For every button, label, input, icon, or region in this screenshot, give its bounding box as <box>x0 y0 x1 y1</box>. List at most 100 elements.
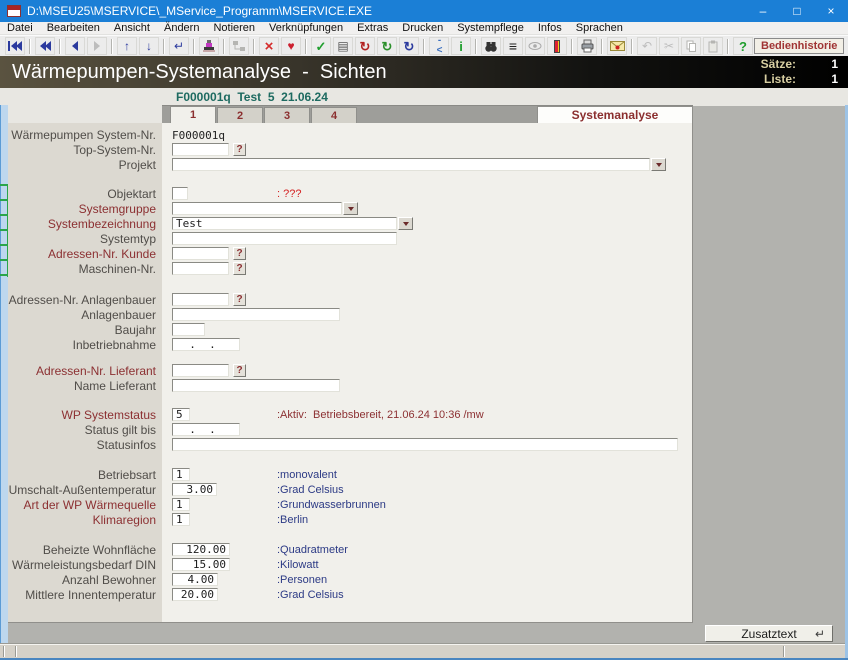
art-der-wp-w-rmequelle-input[interactable] <box>172 498 190 511</box>
menu-systempflege[interactable]: Systempflege <box>450 23 531 34</box>
toolbar-image-button[interactable] <box>547 37 567 55</box>
menu-sprachen[interactable]: Sprachen <box>569 23 630 34</box>
toolbar-help-button[interactable]: ? <box>733 37 753 55</box>
toolbar-move-down-button[interactable]: ↓ <box>139 37 159 55</box>
previous-block-icon <box>38 40 52 52</box>
field-area: :Personen <box>162 573 692 586</box>
toolbar-reload-green-button[interactable]: ↻ <box>377 37 397 55</box>
beheizte-wohnfl-che-input[interactable] <box>172 543 230 556</box>
toolbar-search-button[interactable] <box>481 37 501 55</box>
toolbar-previous-block-button[interactable] <box>35 37 55 55</box>
name-lieferant-input[interactable] <box>172 379 340 392</box>
toolbar-confirm-button[interactable]: ✓ <box>311 37 331 55</box>
field-label: Systemgruppe <box>8 202 162 216</box>
klimaregion-input[interactable] <box>172 513 190 526</box>
systembezeichnung-input[interactable] <box>172 217 397 230</box>
toolbar-branch-button[interactable]: -< <box>429 37 449 55</box>
toolbar-first-record-button[interactable] <box>5 37 25 55</box>
toolbar-enter-button[interactable]: ↵ <box>169 37 189 55</box>
top-system-nr-input[interactable] <box>172 143 229 156</box>
menu-infos[interactable]: Infos <box>531 23 569 34</box>
tab-page-2[interactable]: 2 <box>217 107 263 123</box>
systemtyp-input[interactable] <box>172 232 397 245</box>
toolbar-list-button[interactable]: ≡ <box>503 37 523 55</box>
toolbar-stamp-button[interactable] <box>199 37 219 55</box>
toolbar-favorite-button[interactable]: ♥ <box>281 37 301 55</box>
statusinfos-input[interactable] <box>172 438 678 451</box>
info-icon: i <box>459 40 463 53</box>
zusatztext-button[interactable]: Zusatztext ↵ <box>705 625 833 642</box>
field-area <box>162 438 692 451</box>
tab-page-3[interactable]: 3 <box>264 107 310 123</box>
adressen-nr-anlagenbauer-input[interactable] <box>172 293 229 306</box>
tabstrip: 1234 Systemanalyse <box>0 105 848 123</box>
toolbar-info-button[interactable]: i <box>451 37 471 55</box>
menu-ndern[interactable]: Ändern <box>157 23 206 34</box>
minimize-button[interactable]: – <box>746 0 780 22</box>
maschinen-nr-input[interactable] <box>172 262 229 275</box>
toolbar-previous-record-button[interactable] <box>65 37 85 55</box>
mittlere-innentemperatur-input[interactable] <box>172 588 218 601</box>
tab-page-1[interactable]: 1 <box>170 106 216 123</box>
tab-page-4[interactable]: 4 <box>311 107 357 123</box>
w-rmeleistungsbedarf-din-input[interactable] <box>172 558 230 571</box>
projekt-input[interactable] <box>172 158 650 171</box>
lookup-help-button[interactable]: ? <box>233 262 246 275</box>
field-area: :Grundwasserbrunnen <box>162 498 692 511</box>
field-area: ? <box>162 364 692 377</box>
menu-notieren[interactable]: Notieren <box>206 23 262 34</box>
lookup-help-button[interactable]: ? <box>233 293 246 306</box>
reload-red-icon: ↻ <box>360 40 371 53</box>
form-row-systembezeichnung: Systembezeichnung <box>8 217 692 232</box>
menu-verkn-pfungen[interactable]: Verknüpfungen <box>262 23 350 34</box>
systemgruppe-input[interactable] <box>172 202 342 215</box>
adressen-nr-kunde-input[interactable] <box>172 247 229 260</box>
inbetriebnahme-input[interactable] <box>172 338 240 351</box>
toolbar-separator <box>571 39 573 54</box>
toolbar-notes-button[interactable]: ▤ <box>333 37 353 55</box>
lookup-help-button[interactable]: ? <box>233 364 246 377</box>
form-row-umschalt-au-entemperatur: Umschalt-Außentemperatur:Grad Celsius <box>8 483 692 498</box>
cut-icon: ✂ <box>664 40 674 52</box>
bedienhistorie-button[interactable]: Bedienhistorie <box>754 38 844 54</box>
stat-label: Sätze: <box>761 57 796 72</box>
toolbar-print-button[interactable] <box>577 37 597 55</box>
umschalt-au-entemperatur-input[interactable] <box>172 483 217 496</box>
maximize-button[interactable]: □ <box>780 0 814 22</box>
status-gilt-bis-input[interactable] <box>172 423 240 436</box>
toolbar-next-record-button <box>87 37 107 55</box>
form-row-top-system-nr: Top-System-Nr.? <box>8 143 692 158</box>
toolbar-reload-red-button[interactable]: ↻ <box>355 37 375 55</box>
menu-bearbeiten[interactable]: Bearbeiten <box>40 23 107 34</box>
dropdown-arrow-button[interactable] <box>343 202 358 215</box>
baujahr-input[interactable] <box>172 323 205 336</box>
menu-ansicht[interactable]: Ansicht <box>107 23 157 34</box>
wp-systemstatus-input[interactable] <box>172 408 190 421</box>
adressen-nr-lieferant-input[interactable] <box>172 364 229 377</box>
dropdown-arrow-button[interactable] <box>398 217 413 230</box>
toolbar-separator <box>59 39 61 54</box>
menu-drucken[interactable]: Drucken <box>395 23 450 34</box>
anlagenbauer-input[interactable] <box>172 308 340 321</box>
field-label: Wärmeleistungsbedarf DIN <box>8 558 162 572</box>
copy-icon <box>684 39 698 53</box>
objektart-input[interactable] <box>172 187 188 200</box>
tab-systemanalyse[interactable]: Systemanalyse <box>537 106 693 123</box>
menu-extras[interactable]: Extras <box>350 23 395 34</box>
toolbar-delete-button[interactable]: × <box>259 37 279 55</box>
page-title: Wärmepumpen-Systemanalyse - Sichten <box>0 61 761 84</box>
lookup-help-button[interactable]: ? <box>233 247 246 260</box>
lookup-help-button[interactable]: ? <box>233 143 246 156</box>
menu-datei[interactable]: Datei <box>0 23 40 34</box>
toolbar-reload-blue-button[interactable]: ↻ <box>399 37 419 55</box>
list-icon: ≡ <box>509 39 517 53</box>
form-row-systemgruppe: Systemgruppe <box>8 202 692 217</box>
close-button[interactable]: × <box>814 0 848 22</box>
dropdown-arrow-button[interactable] <box>651 158 666 171</box>
toolbar-move-up-button[interactable]: ↑ <box>117 37 137 55</box>
field-area: :Grad Celsius <box>162 588 692 601</box>
anzahl-bewohner-input[interactable] <box>172 573 218 586</box>
betriebsart-input[interactable] <box>172 468 190 481</box>
toolbar-mail-button[interactable] <box>607 37 627 55</box>
field-area <box>162 232 692 245</box>
